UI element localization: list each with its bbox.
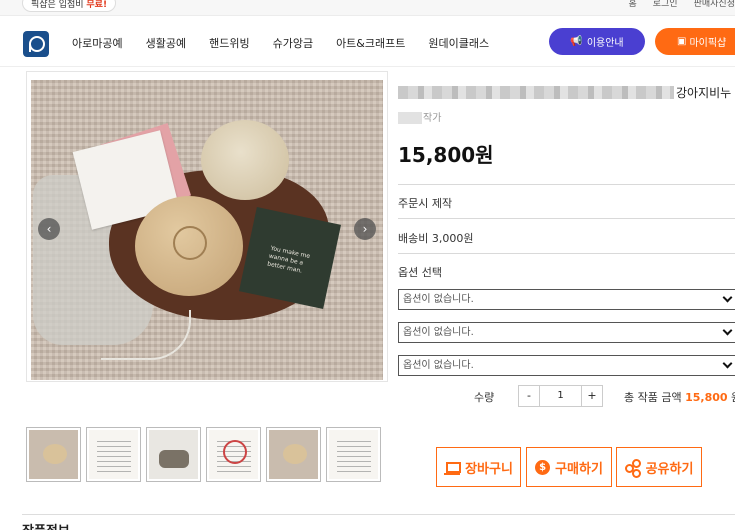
cart-icon: [444, 459, 462, 475]
chevron-down-icon: [722, 292, 733, 303]
thumbnail-2[interactable]: [86, 427, 141, 482]
share-button[interactable]: 공유하기: [616, 447, 702, 487]
next-image-arrow-icon[interactable]: ›: [354, 218, 376, 240]
divider: [398, 253, 735, 254]
share-button-label: 공유하기: [645, 461, 694, 477]
option-select-1[interactable]: 옵션이 없습니다.: [398, 289, 735, 310]
thumbnail-strip: [26, 427, 381, 482]
cart-button[interactable]: 장바구니: [436, 447, 521, 487]
divider: [398, 184, 735, 185]
product-name-visible: 강아지비누: [676, 86, 732, 100]
thumbnail-6[interactable]: [326, 427, 381, 482]
menu-item-sugar[interactable]: 슈가앙금: [273, 35, 313, 51]
login-link[interactable]: 로그인: [653, 0, 678, 12]
promo-free: 무료!: [86, 0, 108, 10]
product-name: 강아지비누: [398, 84, 735, 100]
artist-name[interactable]: 작가: [398, 109, 441, 124]
promo-badge[interactable]: 픽샵은 입점비 무료!: [22, 0, 117, 12]
mypick-button[interactable]: ▣ 마이픽샵: [655, 28, 735, 55]
total-unit: 원: [728, 391, 735, 404]
guide-button-label: 이용안내: [586, 38, 624, 49]
shop-icon: ▣: [677, 36, 687, 47]
artist-suffix: 작가: [423, 113, 442, 124]
soap-paw: [135, 196, 243, 296]
option-select-value: 옵션이 없습니다.: [403, 327, 474, 338]
chevron-down-icon: [722, 358, 733, 369]
total-label: 총 작품 금액: [624, 391, 686, 404]
coin-icon: $: [535, 459, 551, 475]
quantity-minus-button[interactable]: -: [519, 386, 539, 406]
home-link[interactable]: 홈: [628, 0, 636, 12]
divider: [398, 218, 735, 219]
prev-image-arrow-icon[interactable]: ‹: [38, 218, 60, 240]
product-photo: You make me wanna be a better man.: [31, 80, 383, 380]
share-icon: [624, 459, 641, 475]
green-card: You make me wanna be a better man.: [238, 206, 342, 310]
logo-icon[interactable]: [23, 31, 49, 57]
thumbnail-3[interactable]: [146, 427, 201, 482]
mypick-button-label: 마이픽샵: [689, 38, 727, 49]
soap-herb: [201, 120, 289, 200]
menu-item-aroma[interactable]: 아로마공예: [72, 35, 123, 51]
product-main-image: You make me wanna be a better man. ‹ ›: [26, 71, 388, 382]
option-select-2[interactable]: 옵션이 없습니다.: [398, 322, 735, 343]
chevron-down-icon: [722, 325, 733, 336]
options-label: 옵션 선택: [398, 266, 442, 279]
seller-apply-link[interactable]: 판매자신청: [694, 0, 735, 12]
main-nav: 아로마공예 생활공예 핸드위빙 슈가앙금 아트&크래프트 원데이클래스 📢 이용…: [0, 17, 735, 67]
total-price: 총 작품 금액 15,800 원: [624, 389, 735, 405]
buy-button-label: 구매하기: [555, 461, 603, 477]
shipping-info: 배송비 3,000원: [398, 232, 474, 245]
cart-button-label: 장바구니: [465, 461, 513, 477]
blurred-name: [398, 86, 674, 99]
green-card-text: You make me wanna be a better man.: [266, 244, 311, 275]
option-select-value: 옵션이 없습니다.: [403, 360, 474, 371]
menu-item-living[interactable]: 생활공예: [146, 35, 186, 51]
promo-text: 픽샵은 입점비: [31, 0, 87, 10]
production-info: 주문시 제작: [398, 197, 453, 210]
menu-item-weaving[interactable]: 핸드위빙: [209, 35, 249, 51]
section-title: 작품정보: [22, 520, 70, 530]
blurred-artist: [398, 112, 422, 124]
option-select-3[interactable]: 옵션이 없습니다.: [398, 355, 735, 376]
paw-print-icon: [173, 226, 207, 260]
megaphone-icon: 📢: [570, 36, 583, 47]
category-menu: 아로마공예 생활공예 핸드위빙 슈가앙금 아트&크래프트 원데이클래스: [72, 35, 512, 51]
top-links: 홈 로그인 판매자신청: [628, 0, 735, 12]
menu-item-oneday[interactable]: 원데이클래스: [428, 35, 489, 51]
quantity-input[interactable]: 1: [539, 386, 582, 406]
quantity-plus-button[interactable]: +: [582, 386, 602, 406]
section-divider: [22, 514, 735, 515]
guide-button[interactable]: 📢 이용안내: [549, 28, 645, 55]
quantity-label: 수량: [474, 391, 495, 404]
buy-button[interactable]: $ 구매하기: [526, 447, 612, 487]
thumbnail-1[interactable]: [26, 427, 81, 482]
top-bar: 픽샵은 입점비 무료! 홈 로그인 판매자신청: [0, 0, 735, 16]
quantity-stepper: - 1 +: [518, 385, 603, 407]
thumbnail-4[interactable]: [206, 427, 261, 482]
product-price: 15,800원: [398, 143, 494, 167]
thumbnail-5[interactable]: [266, 427, 321, 482]
total-amount: 15,800: [685, 391, 728, 404]
menu-item-art-craft[interactable]: 아트&크래프트: [336, 35, 405, 51]
option-select-value: 옵션이 없습니다.: [403, 294, 474, 305]
